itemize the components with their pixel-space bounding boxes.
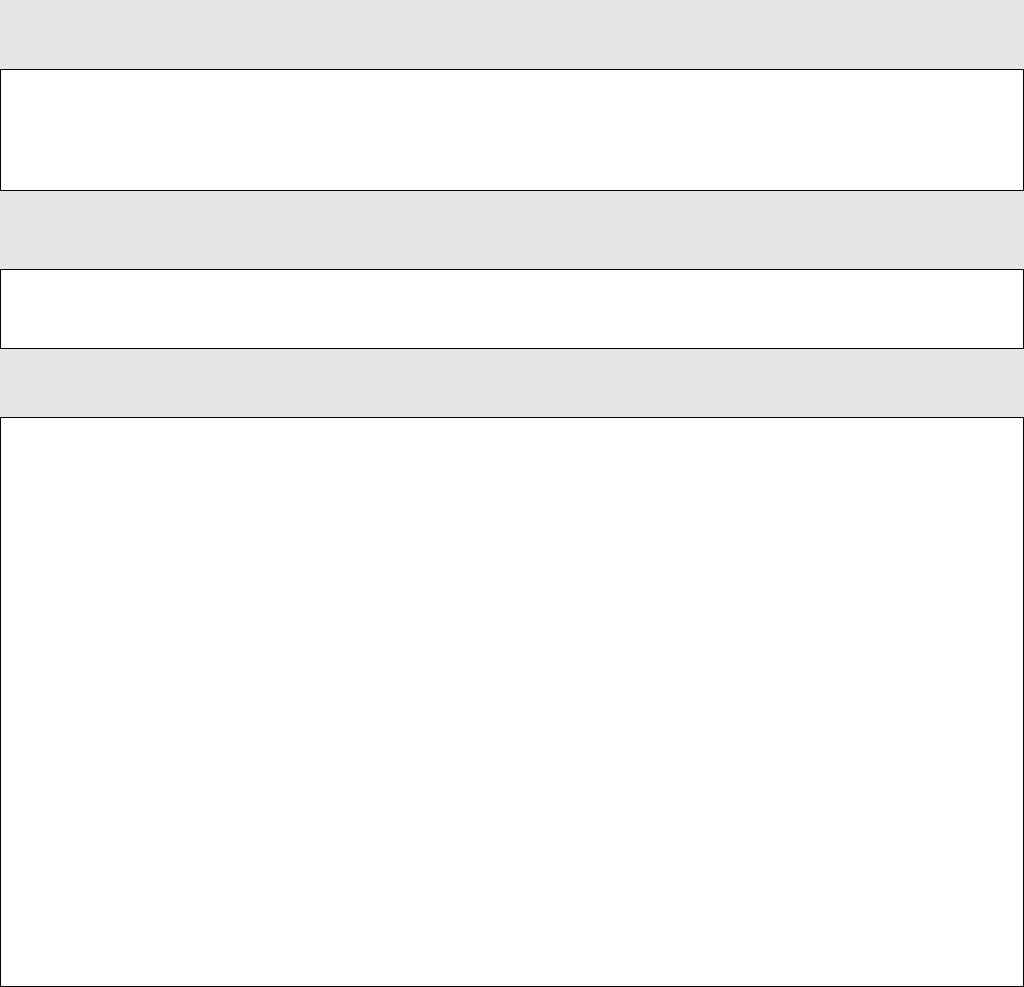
panel-middle xyxy=(0,269,1024,349)
panel-top xyxy=(0,69,1024,191)
panel-bottom xyxy=(0,417,1024,987)
